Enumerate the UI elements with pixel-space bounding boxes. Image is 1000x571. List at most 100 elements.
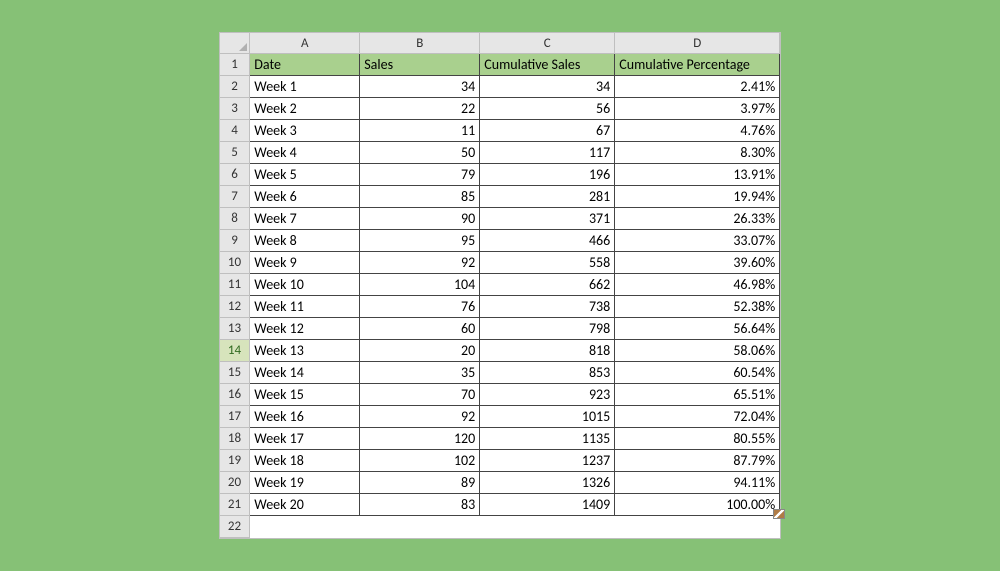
cell-A7[interactable]: Week 6 <box>250 185 360 207</box>
cell-A14[interactable]: Week 13 <box>250 339 360 361</box>
cell-C10[interactable]: 558 <box>480 251 615 273</box>
cell-D11[interactable]: 46.98% <box>615 273 780 295</box>
row-head-11[interactable]: 11 <box>220 273 250 295</box>
row-head-20[interactable]: 20 <box>220 471 250 493</box>
cell-C2[interactable]: 34 <box>480 75 615 97</box>
cell-C4[interactable]: 67 <box>480 119 615 141</box>
cell-B22[interactable] <box>360 515 480 537</box>
row-head-15[interactable]: 15 <box>220 361 250 383</box>
cell-D13[interactable]: 56.64% <box>615 317 780 339</box>
cell-B12[interactable]: 76 <box>360 295 480 317</box>
cell-D20[interactable]: 94.11% <box>615 471 780 493</box>
cell-B5[interactable]: 50 <box>360 141 480 163</box>
cell-A16[interactable]: Week 15 <box>250 383 360 405</box>
cell-A15[interactable]: Week 14 <box>250 361 360 383</box>
cell-B18[interactable]: 120 <box>360 427 480 449</box>
col-head-b[interactable]: B <box>360 33 480 53</box>
cell-B4[interactable]: 11 <box>360 119 480 141</box>
cell-D4[interactable]: 4.76% <box>615 119 780 141</box>
cell-B19[interactable]: 102 <box>360 449 480 471</box>
cell-C12[interactable]: 738 <box>480 295 615 317</box>
col-head-c[interactable]: C <box>480 33 615 53</box>
col-head-d[interactable]: D <box>615 33 780 53</box>
row-head-6[interactable]: 6 <box>220 163 250 185</box>
cell-D18[interactable]: 80.55% <box>615 427 780 449</box>
cell-C17[interactable]: 1015 <box>480 405 615 427</box>
cell-A12[interactable]: Week 11 <box>250 295 360 317</box>
cell-D15[interactable]: 60.54% <box>615 361 780 383</box>
cell-B20[interactable]: 89 <box>360 471 480 493</box>
cell-C14[interactable]: 818 <box>480 339 615 361</box>
cell-B3[interactable]: 22 <box>360 97 480 119</box>
cell-A13[interactable]: Week 12 <box>250 317 360 339</box>
cell-B14[interactable]: 20 <box>360 339 480 361</box>
cell-B8[interactable]: 90 <box>360 207 480 229</box>
cell-C16[interactable]: 923 <box>480 383 615 405</box>
cell-D19[interactable]: 87.79% <box>615 449 780 471</box>
cell-B11[interactable]: 104 <box>360 273 480 295</box>
row-head-7[interactable]: 7 <box>220 185 250 207</box>
cell-D1[interactable]: Cumulative Percentage <box>615 53 780 75</box>
cell-B13[interactable]: 60 <box>360 317 480 339</box>
cell-C20[interactable]: 1326 <box>480 471 615 493</box>
cell-D6[interactable]: 13.91% <box>615 163 780 185</box>
cell-C7[interactable]: 281 <box>480 185 615 207</box>
cell-B6[interactable]: 79 <box>360 163 480 185</box>
cell-D2[interactable]: 2.41% <box>615 75 780 97</box>
cell-C1[interactable]: Cumulative Sales <box>480 53 615 75</box>
row-head-16[interactable]: 16 <box>220 383 250 405</box>
cell-B16[interactable]: 70 <box>360 383 480 405</box>
cell-D5[interactable]: 8.30% <box>615 141 780 163</box>
cell-B1[interactable]: Sales <box>360 53 480 75</box>
row-head-2[interactable]: 2 <box>220 75 250 97</box>
cell-A11[interactable]: Week 10 <box>250 273 360 295</box>
cell-C22[interactable] <box>480 515 615 537</box>
row-head-5[interactable]: 5 <box>220 141 250 163</box>
cell-A21[interactable]: Week 20 <box>250 493 360 515</box>
cell-C13[interactable]: 798 <box>480 317 615 339</box>
row-head-8[interactable]: 8 <box>220 207 250 229</box>
row-head-19[interactable]: 19 <box>220 449 250 471</box>
cell-A1[interactable]: Date <box>250 53 360 75</box>
cell-A17[interactable]: Week 16 <box>250 405 360 427</box>
cell-A2[interactable]: Week 1 <box>250 75 360 97</box>
cell-D16[interactable]: 65.51% <box>615 383 780 405</box>
cell-B7[interactable]: 85 <box>360 185 480 207</box>
row-head-21[interactable]: 21 <box>220 493 250 515</box>
col-head-a[interactable]: A <box>250 33 360 53</box>
cell-C9[interactable]: 466 <box>480 229 615 251</box>
row-head-10[interactable]: 10 <box>220 251 250 273</box>
cell-C3[interactable]: 56 <box>480 97 615 119</box>
row-head-13[interactable]: 13 <box>220 317 250 339</box>
cell-D10[interactable]: 39.60% <box>615 251 780 273</box>
cell-C18[interactable]: 1135 <box>480 427 615 449</box>
cell-C6[interactable]: 196 <box>480 163 615 185</box>
cell-D14[interactable]: 58.06% <box>615 339 780 361</box>
cell-C21[interactable]: 1409 <box>480 493 615 515</box>
cell-A4[interactable]: Week 3 <box>250 119 360 141</box>
cell-B15[interactable]: 35 <box>360 361 480 383</box>
cell-A5[interactable]: Week 4 <box>250 141 360 163</box>
cell-B17[interactable]: 92 <box>360 405 480 427</box>
cell-A18[interactable]: Week 17 <box>250 427 360 449</box>
cell-D22[interactable] <box>615 515 780 537</box>
cell-C19[interactable]: 1237 <box>480 449 615 471</box>
cell-A19[interactable]: Week 18 <box>250 449 360 471</box>
cell-A22[interactable] <box>250 515 360 537</box>
cell-D12[interactable]: 52.38% <box>615 295 780 317</box>
cell-D21[interactable]: 100.00% <box>615 493 780 515</box>
cell-A8[interactable]: Week 7 <box>250 207 360 229</box>
cell-A6[interactable]: Week 5 <box>250 163 360 185</box>
select-all-corner[interactable] <box>220 33 250 53</box>
cell-C5[interactable]: 117 <box>480 141 615 163</box>
row-head-9[interactable]: 9 <box>220 229 250 251</box>
row-head-4[interactable]: 4 <box>220 119 250 141</box>
cell-D17[interactable]: 72.04% <box>615 405 780 427</box>
row-head-3[interactable]: 3 <box>220 97 250 119</box>
cell-D3[interactable]: 3.97% <box>615 97 780 119</box>
cell-C11[interactable]: 662 <box>480 273 615 295</box>
cell-C15[interactable]: 853 <box>480 361 615 383</box>
cell-B9[interactable]: 95 <box>360 229 480 251</box>
row-head-22[interactable]: 22 <box>220 515 250 537</box>
row-head-12[interactable]: 12 <box>220 295 250 317</box>
